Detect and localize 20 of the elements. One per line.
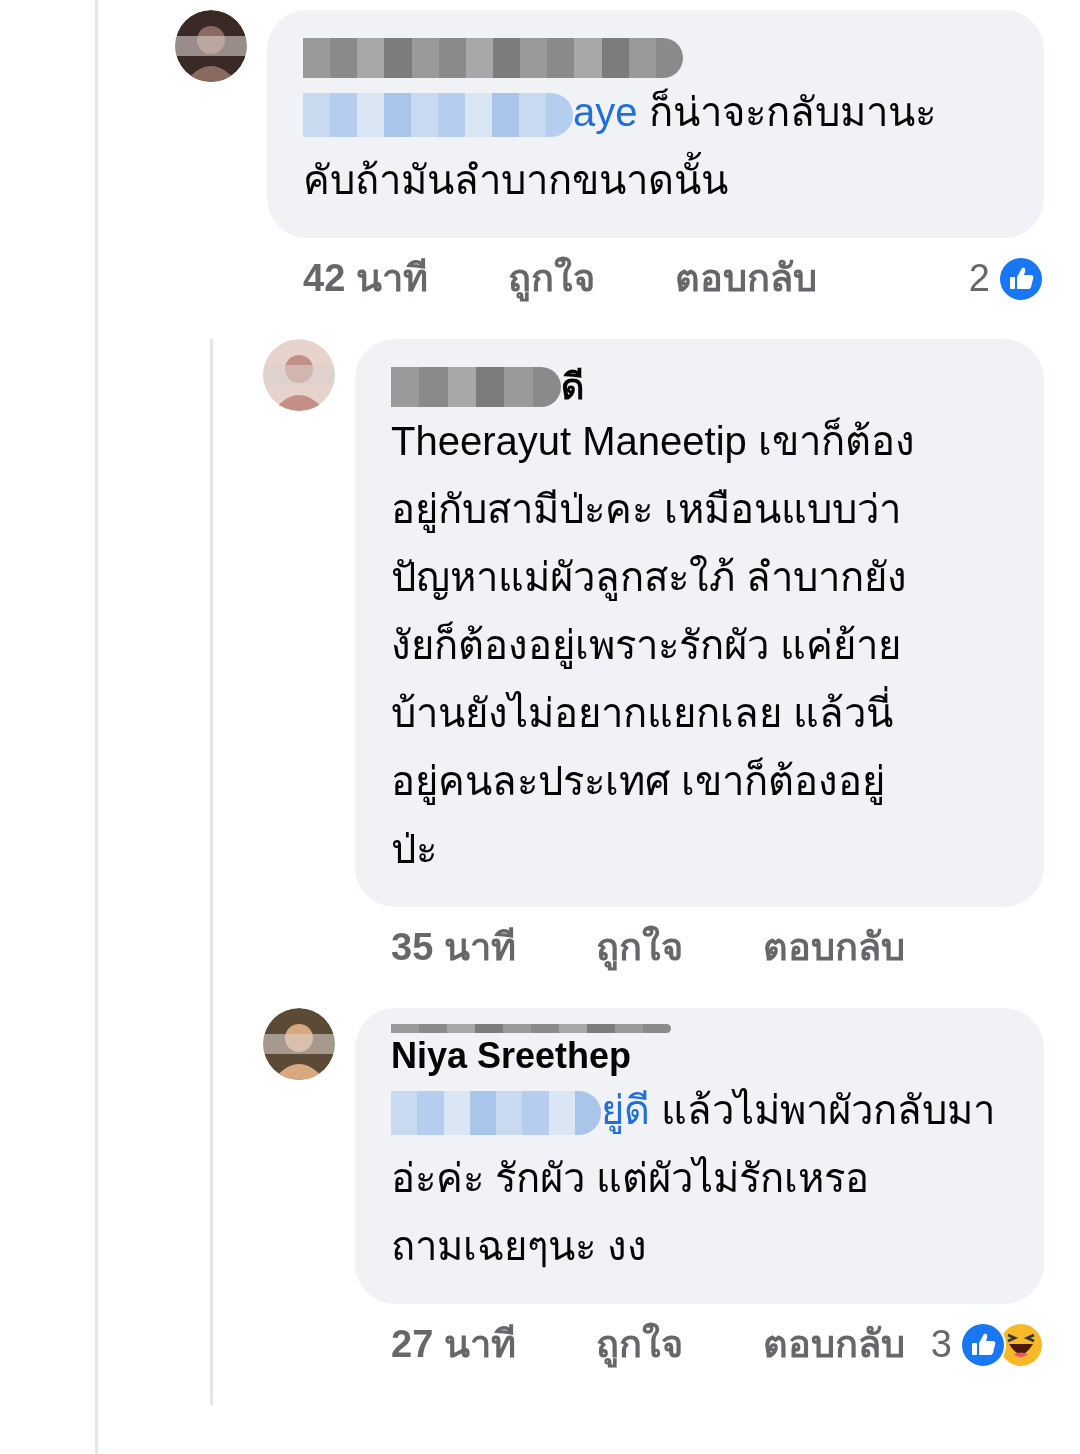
thumbs-up-icon <box>960 1321 1006 1368</box>
comment-text: aye ก็น่าจะกลับมานะ คับถ้ามันลำบากขนาดนั้น <box>303 87 937 204</box>
comment-text: Theerayut Maneetip เขาก็ต้อง อยู่กับสามีป่ะคะ เหมือนแบบว่า ปัญหาแม่ผัวลูกสะใภ้ ลำบากยัง งัยก็ต้องอยู่เพราะรักผัว แค่ย้าย บ้านยังไม่อยากแยกเลย แล้วนี่ อยู่คนละประเทศ เขาก็ต้องอยู่ ป่ะ <box>391 416 916 873</box>
reaction-count: 3 <box>930 1322 952 1367</box>
like-button[interactable]: ถูกใจ <box>595 919 683 976</box>
timestamp: 35 นาที <box>391 925 516 970</box>
like-button[interactable]: ถูกใจ <box>507 250 595 307</box>
timestamp: 27 นาที <box>391 1322 516 1367</box>
reply-button[interactable]: ตอบกลับ <box>762 1316 905 1373</box>
author-name[interactable]: Niya Sreethep <box>391 1036 632 1076</box>
reaction-count: 2 <box>968 256 990 301</box>
mention-link[interactable]: aye <box>573 90 638 134</box>
reply-button[interactable]: ตอบกลับ <box>674 250 817 307</box>
reply-button[interactable]: ตอบกลับ <box>762 919 905 976</box>
timestamp: 42 นาที <box>303 256 428 301</box>
thumbs-up-icon <box>998 255 1044 302</box>
author-name[interactable]: ดี <box>561 367 584 407</box>
mention-link[interactable]: ยู่ดี <box>601 1088 650 1132</box>
comment-text: ยู่ดี แล้วไม่พาผัวกลับมา อ่ะค่ะ รักผัว แต่ผัวไม่รักเหรอ ถามเฉยๆนะ งง <box>391 1087 997 1270</box>
like-button[interactable]: ถูกใจ <box>595 1316 683 1373</box>
